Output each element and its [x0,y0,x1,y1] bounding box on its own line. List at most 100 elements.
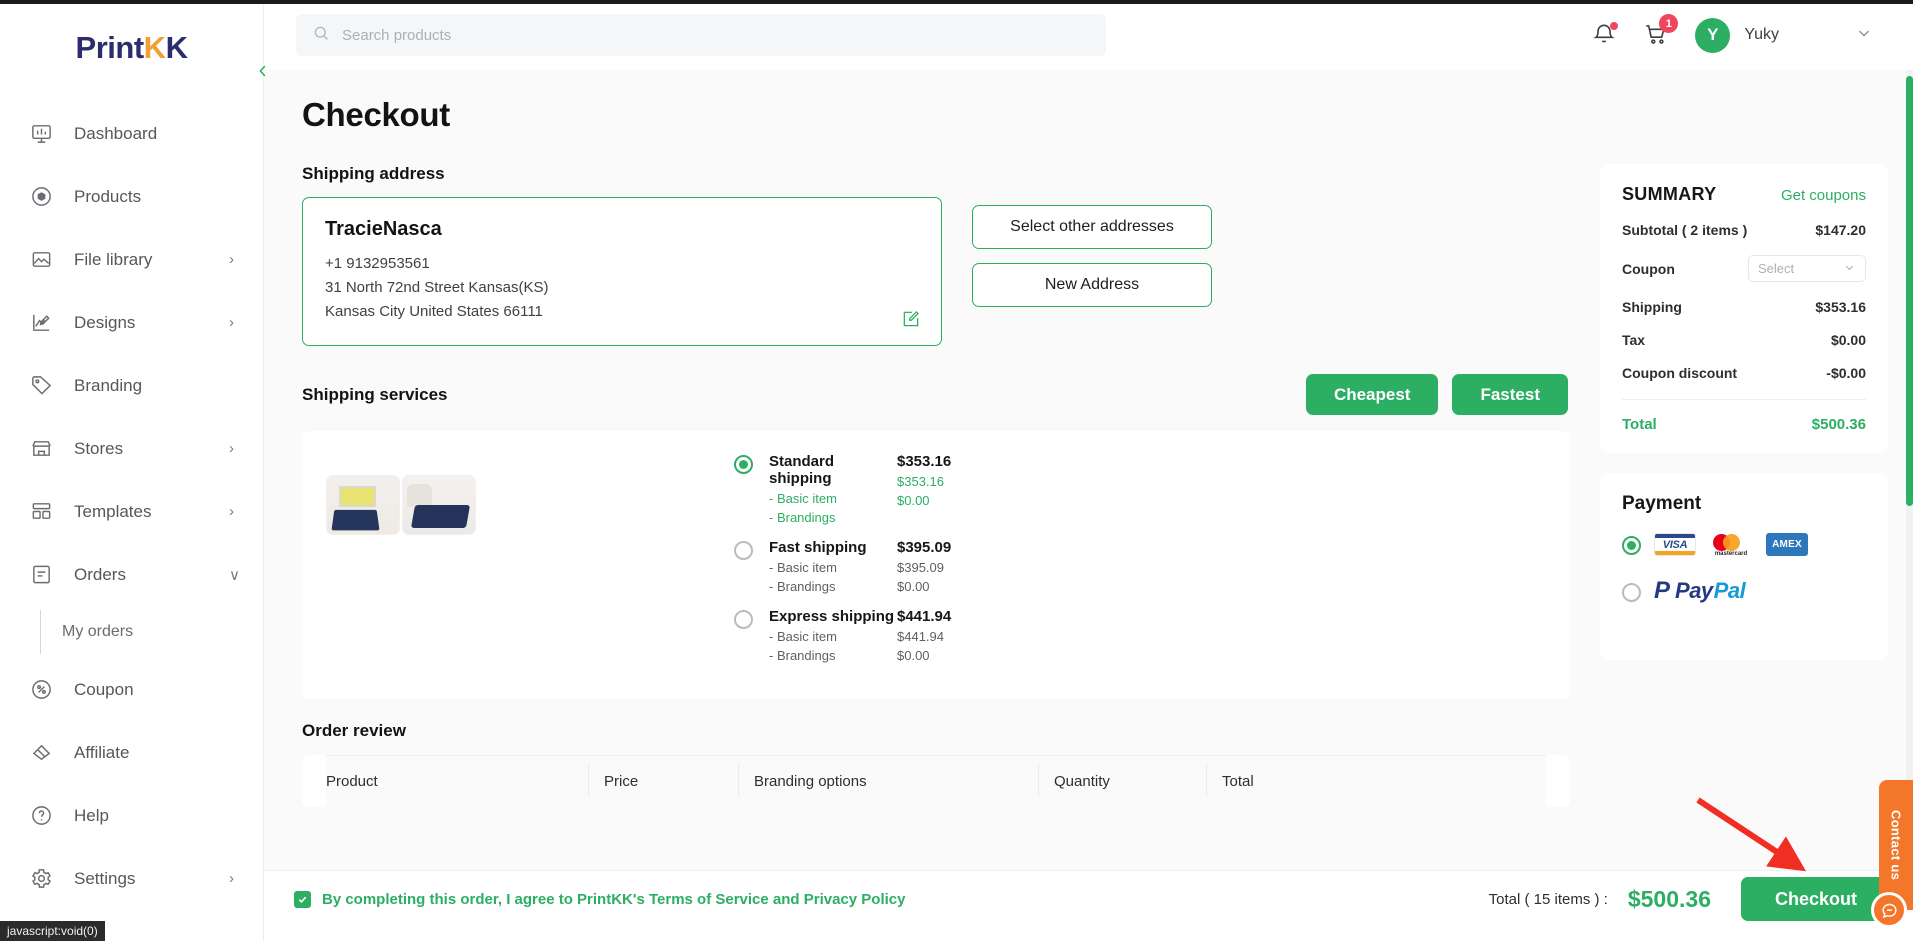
search-input[interactable] [342,26,1090,44]
sidebar-item-orders[interactable]: Orders ∨ [0,543,263,606]
vertical-scrollbar-thumb[interactable] [1906,76,1913,506]
sidebar-item-label: Templates [74,501,152,521]
visa-label: VISA [1662,538,1688,551]
app-logo[interactable]: PrintKK [0,0,263,96]
branding-icon [30,373,60,399]
shipping-option-standard[interactable]: Standard shipping - Basic item - Brandin… [734,453,1546,525]
chevron-right-icon: › [229,251,234,268]
payment-option-paypal[interactable]: P Pay Pal [1622,578,1866,604]
shipping-option-fast[interactable]: Fast shipping - Basic item - Brandings $… [734,539,1546,594]
shipping-option-radio[interactable] [734,541,753,560]
sidebar-item-label: Stores [74,438,124,458]
checkout-button[interactable]: Checkout [1740,877,1891,921]
chat-bubble-icon[interactable] [1871,892,1907,928]
shipping-option-price: $353.16 [897,453,952,470]
select-other-addresses-button[interactable]: Select other addresses [972,205,1212,249]
paypal-label-2: Pal [1713,578,1746,603]
sidebar-item-my-orders[interactable]: My orders [0,606,263,658]
get-coupons-link[interactable]: Get coupons [1781,187,1866,204]
search-icon [312,24,330,47]
summary-row-tax: Tax $0.00 [1622,332,1866,348]
help-icon [30,803,60,829]
cheapest-button[interactable]: Cheapest [1305,374,1439,415]
shipping-services-label: Shipping services [302,384,448,404]
product-thumbnails [326,453,626,677]
logo-k1: K [143,30,166,65]
coupon-icon [30,677,60,703]
shipping-option-prices: $353.16 $353.16 $0.00 [897,453,987,525]
notifications-button[interactable] [1591,21,1619,49]
chevron-down-icon[interactable] [1855,24,1873,46]
sidebar-item-settings[interactable]: Settings › [0,847,263,910]
bottom-bar-right: Total ( 15 items ) : $500.36 Checkout [1489,877,1891,921]
sidebar-item-affiliate[interactable]: Affiliate [0,721,263,784]
page-title: Checkout [302,96,450,133]
payment-option-card[interactable]: VISA mastercard AMEX [1622,533,1866,557]
affiliate-icon [30,740,60,766]
main-content: Checkout Shipping address TracieNasca +1… [264,70,1906,870]
payment-paypal-radio[interactable] [1622,582,1641,602]
left-column: Shipping address TracieNasca +1 91329535… [302,164,1570,807]
address-name: TracieNasca [325,218,442,240]
file-library-icon [30,247,60,273]
sidebar-collapse-button[interactable] [250,58,276,84]
mastercard-icon: mastercard [1709,533,1753,557]
agree-checkbox[interactable] [294,890,311,908]
paypal-icon: P Pay Pal [1654,578,1746,604]
cart-count-badge: 1 [1659,14,1679,33]
shipping-address-card[interactable]: TracieNasca +1 9132953561 31 North 72nd … [302,197,942,346]
shipping-option-radio[interactable] [734,455,753,474]
shipping-services-header: Shipping services Cheapest Fastest [302,374,1570,415]
shipping-option-body: Fast shipping - Basic item - Brandings $… [769,539,987,594]
shipping-option-radio[interactable] [734,610,753,629]
bottom-bar: By completing this order, I agree to Pri… [264,870,1913,927]
contact-us-tab[interactable]: Contact us [1871,780,1913,928]
templates-icon [30,499,60,525]
address-street: 31 North 72nd Street Kansas(KS) [325,279,549,296]
shipping-option-subprice: $0.00 [897,493,930,508]
address-row: TracieNasca +1 9132953561 31 North 72nd … [302,197,1570,346]
summary-title: SUMMARY [1622,184,1717,204]
sidebar-item-help[interactable]: Help [0,784,263,847]
search-bar[interactable] [296,14,1106,56]
avatar[interactable]: Y [1695,17,1731,53]
payment-title: Payment [1622,493,1702,514]
summary-divider [1622,399,1866,400]
sidebar-item-stores[interactable]: Stores › [0,417,263,480]
sidebar-item-designs[interactable]: Designs › [0,291,263,354]
sidebar-item-templates[interactable]: Templates › [0,480,263,543]
cart-button[interactable]: 1 [1643,14,1679,49]
bottom-total-value: $500.36 [1627,885,1711,912]
sidebar-item-coupon[interactable]: Coupon [0,658,263,721]
paypal-label-1: Pay [1675,578,1713,603]
sidebar-item-file-library[interactable]: File library › [0,228,263,291]
agree-terms-text: By completing this order, I agree to Pri… [322,890,906,908]
chevron-right-icon: › [229,870,234,887]
stores-icon [30,436,60,462]
content-row: Shipping address TracieNasca +1 91329535… [302,164,1888,807]
sidebar-item-branding[interactable]: Branding [0,354,263,417]
chevron-right-icon: › [229,440,234,457]
shipping-option-express[interactable]: Express shipping - Basic item - Branding… [734,608,1546,663]
fastest-button[interactable]: Fastest [1452,374,1568,415]
column-header-total: Total [1206,763,1382,797]
chevron-down-icon [1843,261,1856,277]
sidebar-item-products[interactable]: Products [0,165,263,228]
logo-print-text: Print [75,30,145,65]
subtotal-label: Subtotal ( 2 items ) [1622,222,1748,238]
summary-row-total: Total $500.36 [1622,416,1866,433]
sidebar-item-label: Affiliate [74,742,130,762]
products-icon [30,184,60,210]
product-thumbnail[interactable] [402,475,476,535]
payment-card-radio[interactable] [1622,536,1641,555]
edit-address-icon[interactable] [901,309,921,329]
agree-terms-row[interactable]: By completing this order, I agree to Pri… [294,890,906,908]
summary-header: SUMMARY Get coupons [1622,184,1866,205]
new-address-button[interactable]: New Address [972,263,1212,307]
sidebar-item-dashboard[interactable]: Dashboard [0,102,263,165]
payment-panel: Payment VISA mastercard AMEX P Pay Pal [1600,473,1888,660]
column-header-branding-options: Branding options [738,763,1054,797]
product-thumbnail[interactable] [326,475,400,535]
coupon-select[interactable]: Select [1748,255,1866,282]
shipping-option-price: $441.94 [897,608,952,625]
